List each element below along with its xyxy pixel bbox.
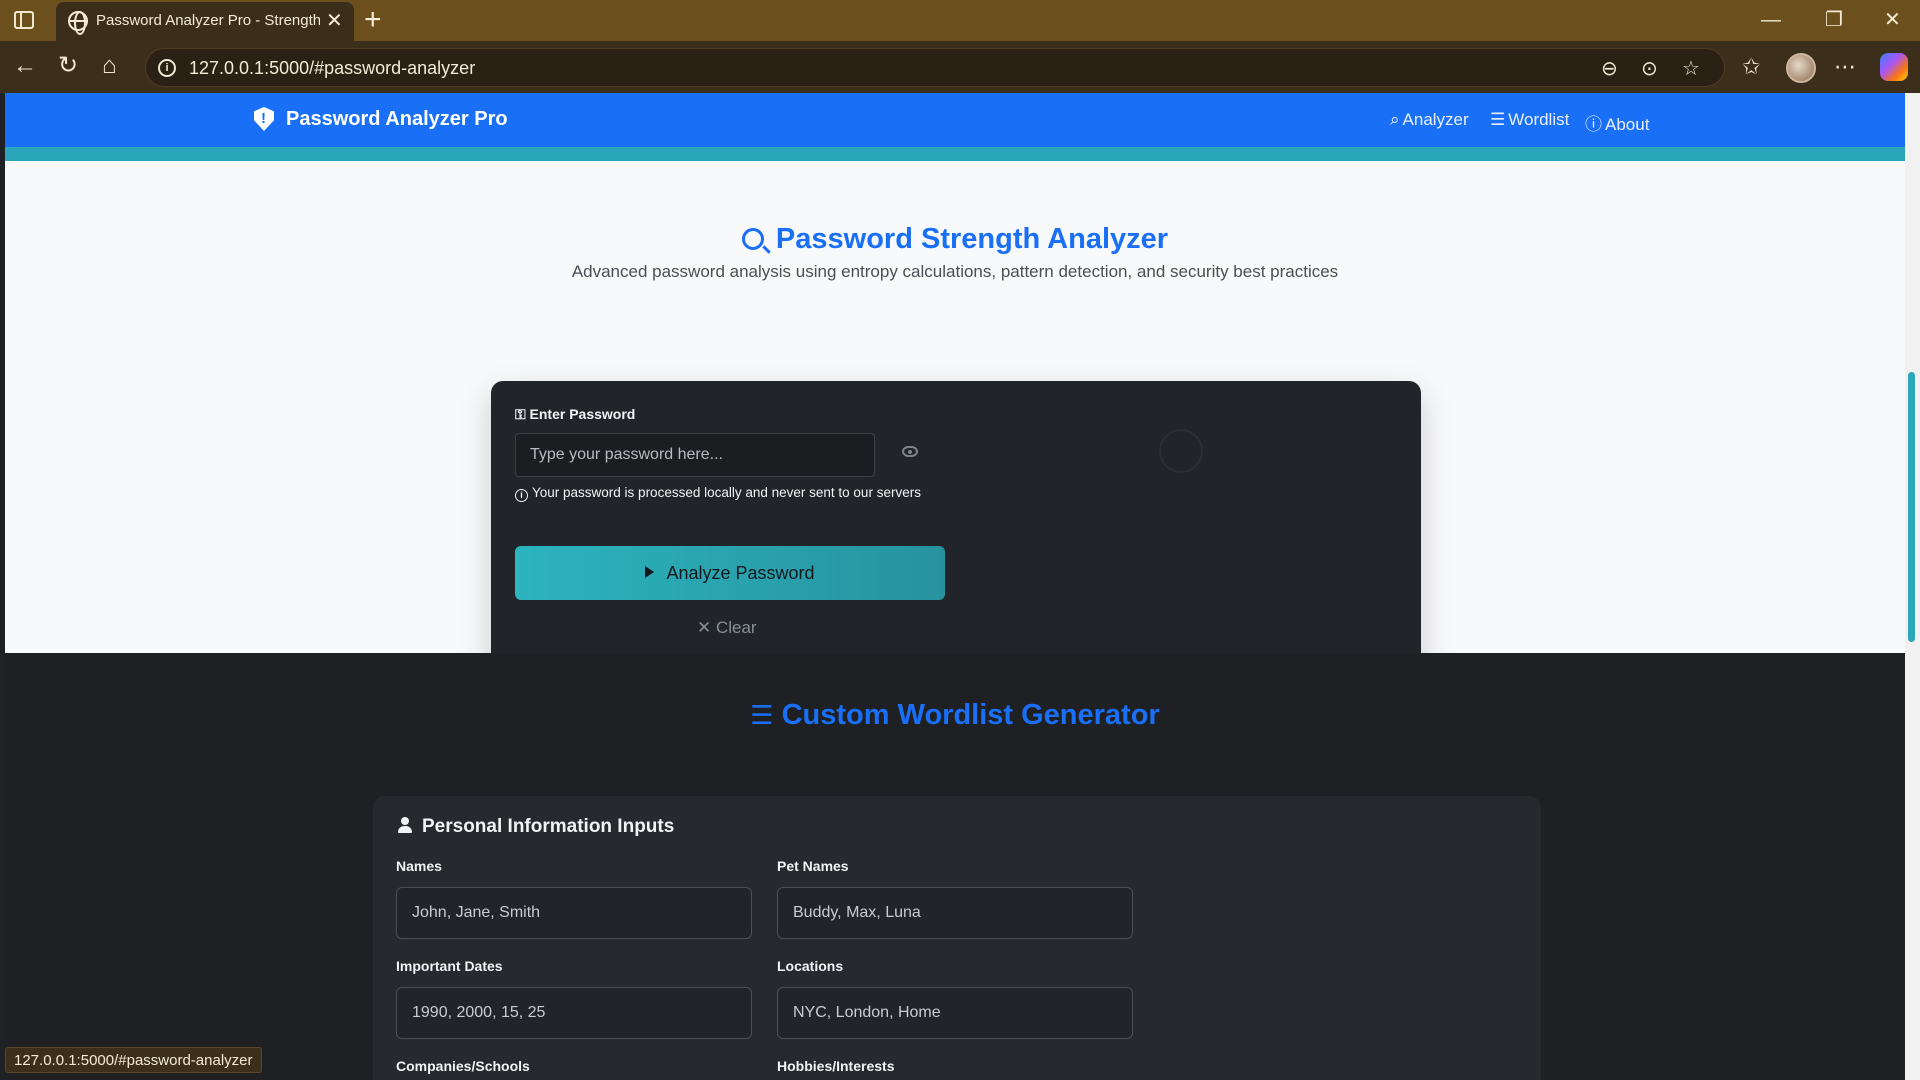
- toggle-visibility-eye-icon[interactable]: [902, 446, 918, 457]
- favorites-icon[interactable]: ✩: [1742, 54, 1760, 80]
- page-viewport: Password Analyzer Pro ⌕Analyzer ☰Wordlis…: [5, 93, 1905, 1080]
- browser-tab-bar: Password Analyzer Pro - Strength ✕ + — ❐…: [0, 0, 1920, 41]
- names-label: Names: [396, 858, 442, 874]
- x-icon: ✕: [697, 618, 716, 637]
- key-icon: ⚿: [515, 406, 530, 422]
- back-icon[interactable]: ←: [13, 53, 37, 79]
- pet-names-input[interactable]: [777, 887, 1133, 939]
- info-icon: ⓘ: [1585, 115, 1602, 134]
- hobbies-interests-label: Hobbies/Interests: [777, 1058, 895, 1074]
- tab-actions-icon[interactable]: [14, 11, 34, 29]
- close-window-icon[interactable]: ✕: [1884, 8, 1901, 32]
- profile-avatar[interactable]: [1786, 53, 1816, 83]
- magnifier-icon: [741, 228, 764, 250]
- nav-link-about[interactable]: ⓘ About: [1585, 110, 1649, 135]
- address-bar[interactable]: i 127.0.0.1:5000/#password-analyzer ⊖ ⊙ …: [145, 48, 1725, 87]
- shield-icon: [254, 107, 274, 131]
- refresh-icon[interactable]: ↻: [58, 53, 78, 79]
- search-icon: ⌕: [1390, 110, 1400, 129]
- scrollbar-thumb[interactable]: [1908, 372, 1915, 642]
- section-subtitle: Advanced password analysis using entropy…: [571, 262, 1339, 281]
- analyze-password-button[interactable]: Analyze Password: [515, 546, 945, 600]
- wordlist-section: ☰ Custom Wordlist Generator Personal Info…: [5, 653, 1905, 1080]
- companies-schools-label: Companies/Schools: [396, 1058, 530, 1074]
- site-navbar: Password Analyzer Pro ⌕Analyzer ☰Wordlis…: [5, 93, 1905, 147]
- locations-label: Locations: [777, 958, 844, 974]
- password-input[interactable]: [515, 433, 875, 477]
- wordlist-title: ☰ Custom Wordlist Generator: [750, 699, 1160, 731]
- section-title: Password Strength Analyzer: [5, 223, 1905, 256]
- settings-more-icon[interactable]: ⋯: [1834, 54, 1856, 80]
- play-icon: [645, 565, 655, 578]
- personal-info-card: Personal Information Inputs Names Pet Na…: [373, 796, 1541, 1080]
- list-icon: ☰: [750, 700, 774, 730]
- link-status-bar: 127.0.0.1:5000/#password-analyzer: [5, 1047, 262, 1073]
- password-label: ⚿ Enter Password: [515, 406, 636, 422]
- list-icon: ☰: [1490, 110, 1506, 129]
- important-dates-label: Important Dates: [396, 958, 503, 974]
- site-info-icon[interactable]: i: [158, 59, 176, 77]
- zoom-icon[interactable]: ⊖: [1601, 56, 1618, 81]
- favorite-star-icon[interactable]: ☆: [1682, 56, 1700, 81]
- names-input[interactable]: [396, 887, 752, 939]
- info-icon: i: [515, 489, 528, 502]
- url-text: 127.0.0.1:5000/#password-analyzer: [189, 58, 476, 78]
- copilot-icon[interactable]: [1880, 53, 1908, 81]
- person-icon: [398, 817, 412, 833]
- pet-names-label: Pet Names: [777, 858, 849, 874]
- clear-button[interactable]: ✕ Clear: [697, 618, 757, 638]
- password-analyzer-section: Password Strength Analyzer Advanced pass…: [5, 161, 1905, 674]
- analyzer-card: ⚿ Enter Password i Your password is proce…: [491, 381, 1421, 674]
- results-placeholder-icon: [1159, 429, 1203, 473]
- globe-icon: [68, 11, 88, 35]
- browser-toolbar: ← ↻ ⌂ i 127.0.0.1:5000/#password-analyze…: [0, 41, 1920, 93]
- home-icon[interactable]: ⌂: [102, 53, 117, 79]
- minimize-icon[interactable]: —: [1761, 8, 1781, 32]
- locations-input[interactable]: [777, 987, 1133, 1039]
- browser-tab[interactable]: Password Analyzer Pro - Strength ✕: [56, 2, 354, 41]
- important-dates-input[interactable]: [396, 987, 752, 1039]
- more-tools-icon[interactable]: ⊙: [1641, 56, 1658, 81]
- close-tab-icon[interactable]: ✕: [326, 9, 343, 33]
- privacy-note: i Your password is processed locally and …: [515, 482, 925, 503]
- card-title: Personal Information Inputs: [398, 816, 674, 838]
- new-tab-button[interactable]: +: [364, 3, 382, 37]
- tab-title: Password Analyzer Pro - Strength: [96, 12, 320, 29]
- restore-icon[interactable]: ❐: [1825, 8, 1843, 32]
- brand-name[interactable]: Password Analyzer Pro: [286, 108, 508, 131]
- navbar-accent-strip: [5, 147, 1905, 161]
- nav-link-analyzer[interactable]: ⌕ Analyzer: [1390, 110, 1469, 130]
- nav-link-wordlist[interactable]: ☰ Wordlist: [1490, 110, 1569, 130]
